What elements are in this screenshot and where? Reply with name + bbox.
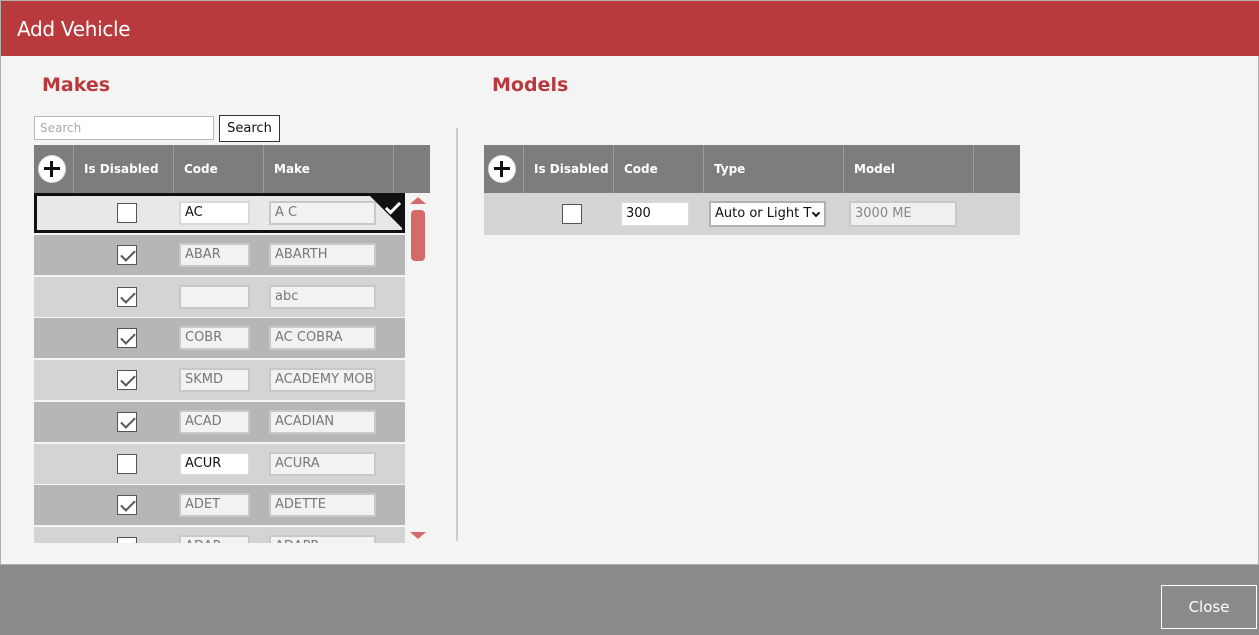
make-field[interactable]: ABARTH <box>269 243 376 267</box>
makes-scrollbar-thumb[interactable] <box>411 210 425 261</box>
table-row[interactable]: COBR AC COBRA <box>34 318 405 358</box>
is-disabled-checkbox[interactable] <box>117 495 137 515</box>
models-add-button[interactable] <box>484 145 524 193</box>
is-disabled-checkbox[interactable] <box>117 454 137 474</box>
is-disabled-checkbox[interactable] <box>117 370 137 390</box>
table-row[interactable]: 300 Auto or Light T 3000 ME <box>484 193 1020 235</box>
title-bar: Add Vehicle <box>1 1 1259 56</box>
chevron-down-icon <box>811 208 821 218</box>
models-col-model[interactable]: Model <box>844 145 974 193</box>
code-field[interactable]: ACUR <box>179 452 250 476</box>
is-disabled-checkbox[interactable] <box>117 412 137 432</box>
model-name-field[interactable]: 3000 ME <box>849 201 957 227</box>
makes-add-button[interactable] <box>34 145 74 193</box>
is-disabled-checkbox[interactable] <box>117 537 137 543</box>
is-disabled-checkbox[interactable] <box>117 203 137 223</box>
makes-col-code[interactable]: Code <box>174 145 264 193</box>
make-field[interactable]: abc <box>269 285 376 309</box>
model-type-select[interactable]: Auto or Light T <box>709 201 826 227</box>
make-field[interactable]: AC COBRA <box>269 326 376 350</box>
make-field[interactable]: ACADEMY MOBI <box>269 368 376 392</box>
is-disabled-checkbox[interactable] <box>117 328 137 348</box>
table-row[interactable]: ADET ADETTE <box>34 485 405 525</box>
is-disabled-checkbox[interactable] <box>117 287 137 307</box>
model-type-value: Auto or Light T <box>715 206 812 221</box>
models-col-code[interactable]: Code <box>614 145 704 193</box>
code-field[interactable]: ADAP <box>179 535 250 543</box>
models-grid-header: Is Disabled Code Type Model <box>484 145 1020 193</box>
is-disabled-checkbox[interactable] <box>562 204 582 224</box>
makes-col-is-disabled[interactable]: Is Disabled <box>74 145 174 193</box>
make-field[interactable]: A C <box>269 201 376 225</box>
code-field[interactable]: ABAR <box>179 243 250 267</box>
model-code-field[interactable]: 300 <box>620 201 690 227</box>
makes-grid-body: AC A C ABAR ABARTH abc COBR AC COBRA SKM… <box>34 193 406 543</box>
make-field[interactable]: ADETTE <box>269 493 376 517</box>
table-row[interactable]: ADAP ADAPP <box>34 527 405 543</box>
scroll-down-arrow-icon[interactable] <box>410 532 426 539</box>
plus-circle-icon <box>39 156 65 182</box>
makes-col-spacer <box>394 145 430 193</box>
is-disabled-checkbox[interactable] <box>117 245 137 265</box>
make-field[interactable]: ACADIAN <box>269 410 376 434</box>
code-field[interactable]: ACAD <box>179 410 250 434</box>
makes-search-button[interactable]: Search <box>219 115 280 142</box>
dialog-title: Add Vehicle <box>17 17 131 41</box>
table-row[interactable]: abc <box>34 277 405 317</box>
make-field[interactable]: ADAPP <box>269 535 376 543</box>
code-field[interactable]: SKMD <box>179 368 250 392</box>
models-col-type[interactable]: Type <box>704 145 844 193</box>
makes-search-input[interactable] <box>34 116 214 140</box>
makes-grid-header: Is Disabled Code Make <box>34 145 430 193</box>
section-divider <box>456 128 458 541</box>
scroll-up-arrow-icon[interactable] <box>410 197 426 204</box>
table-row[interactable]: SKMD ACADEMY MOBI <box>34 360 405 400</box>
table-row[interactable]: ABAR ABARTH <box>34 235 405 275</box>
models-col-is-disabled[interactable]: Is Disabled <box>524 145 614 193</box>
code-field[interactable] <box>179 285 250 309</box>
makes-title: Makes <box>42 74 111 96</box>
code-field[interactable]: COBR <box>179 326 250 350</box>
table-row[interactable]: AC A C <box>34 193 405 233</box>
table-row[interactable]: ACUR ACURA <box>34 444 405 484</box>
selected-corner-marker <box>367 193 405 231</box>
makes-col-make[interactable]: Make <box>264 145 394 193</box>
make-field[interactable]: ACURA <box>269 452 376 476</box>
add-vehicle-dialog: Add Vehicle Makes Search Is Disabled Cod… <box>0 0 1259 565</box>
table-row[interactable]: ACAD ACADIAN <box>34 402 405 442</box>
code-field[interactable]: ADET <box>179 493 250 517</box>
dialog-footer <box>0 565 1259 635</box>
code-field[interactable]: AC <box>179 201 250 225</box>
plus-circle-icon <box>489 156 515 182</box>
models-col-spacer <box>974 145 1020 193</box>
close-button[interactable]: Close <box>1161 585 1257 629</box>
models-title: Models <box>492 74 569 96</box>
